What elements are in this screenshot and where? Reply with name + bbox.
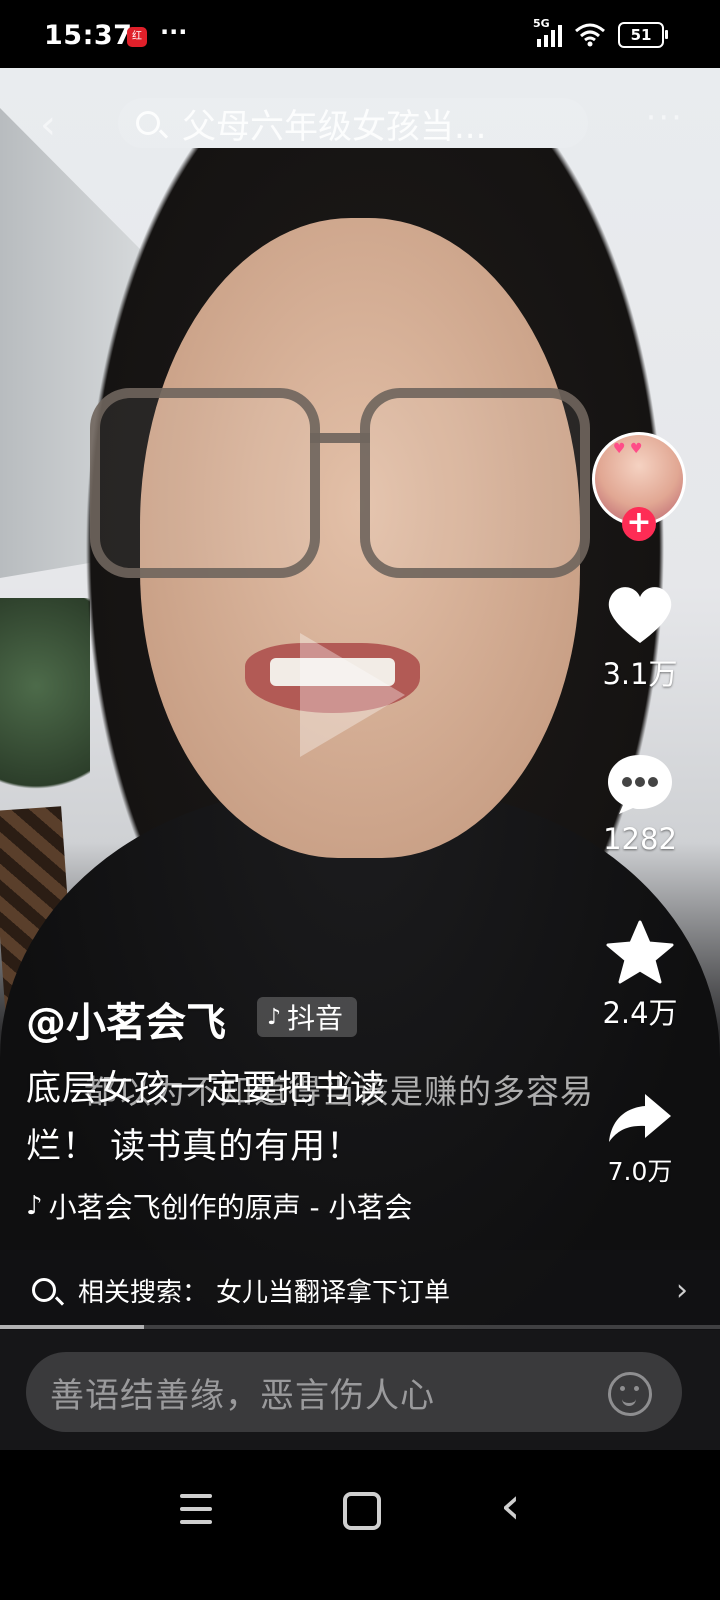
comment-placeholder: 善语结善缘，恶言伤人心 (50, 1375, 435, 1416)
play-icon[interactable] (300, 633, 405, 757)
comment-count: 1282 (603, 822, 677, 856)
search-query: 父母六年级女孩当... (182, 106, 487, 147)
system-nav-bar: ‹ (0, 1450, 720, 1600)
cell-signal-icon: 5G (533, 17, 562, 47)
description-line-1: 底层女孩一定要把书读 (26, 1069, 387, 1109)
wifi-icon (575, 23, 605, 47)
like-button[interactable]: 3.1万 (590, 583, 690, 693)
music-info[interactable]: ♪ 小茗会飞创作的原声 - 小茗会 (26, 1186, 436, 1226)
comment-icon (608, 755, 672, 814)
glasses (90, 388, 590, 578)
related-search-label: 相关搜索： (78, 1277, 209, 1308)
notification-app-icon: 红 (127, 27, 147, 47)
favorite-count: 2.4万 (602, 996, 678, 1030)
chevron-right-icon: › (676, 1272, 688, 1308)
video-description[interactable]: 底层女孩一定要把书读 烂！ 读书真的有用！ (26, 1060, 586, 1176)
share-count: 7.0万 (607, 1157, 673, 1186)
home-icon[interactable] (343, 1492, 381, 1530)
status-bar: 15:37 红 ··· 5G 51 (0, 0, 720, 68)
search-icon (136, 111, 160, 135)
recent-apps-icon[interactable] (180, 1494, 212, 1533)
emoji-icon[interactable] (608, 1372, 652, 1416)
heart-icon (608, 587, 672, 643)
related-search-bar[interactable]: 相关搜索： 女儿当翻译拿下订单 › (0, 1250, 720, 1330)
back-nav-icon[interactable]: ‹ (500, 1480, 521, 1532)
comment-bar: 善语结善缘，恶言伤人心 (0, 1330, 720, 1450)
like-count: 3.1万 (602, 657, 678, 691)
more-icon[interactable]: ··· (646, 98, 684, 138)
related-search-term: 女儿当翻译拿下订单 (216, 1277, 451, 1308)
favorite-button[interactable]: 2.4万 (590, 920, 690, 1032)
music-title: 小茗会飞创作的原声 - 小茗会 (48, 1191, 413, 1224)
description-line-2: 烂！ 读书真的有用！ (26, 1127, 363, 1167)
platform-tag-label: 抖音 (287, 1002, 344, 1035)
battery-icon: 51 (618, 22, 668, 48)
status-time: 15:37 (44, 20, 133, 51)
back-icon[interactable]: ‹ (40, 102, 56, 148)
comment-input[interactable]: 善语结善缘，恶言伤人心 (26, 1352, 682, 1432)
search-icon (32, 1278, 56, 1302)
author-name[interactable]: @小茗会飞 (26, 990, 226, 1048)
status-more-icon: ··· (160, 18, 188, 46)
status-indicators: 5G 51 (533, 17, 668, 48)
platform-tag[interactable]: ♪ 抖音 (257, 997, 358, 1037)
video-progress-bar[interactable] (0, 1325, 720, 1329)
share-button[interactable]: 7.0万 (590, 1090, 690, 1188)
top-search-bar[interactable]: 父母六年级女孩当... (118, 98, 588, 148)
music-note-icon: ♪ (26, 1191, 43, 1221)
comment-button[interactable]: 1282 (590, 752, 690, 856)
video-progress-fill (0, 1325, 144, 1329)
follow-button[interactable]: + (622, 507, 656, 541)
tiktok-logo-icon: ♪ (267, 1004, 282, 1030)
network-type: 5G (533, 17, 550, 30)
share-icon (609, 1094, 671, 1142)
star-icon (606, 920, 674, 984)
